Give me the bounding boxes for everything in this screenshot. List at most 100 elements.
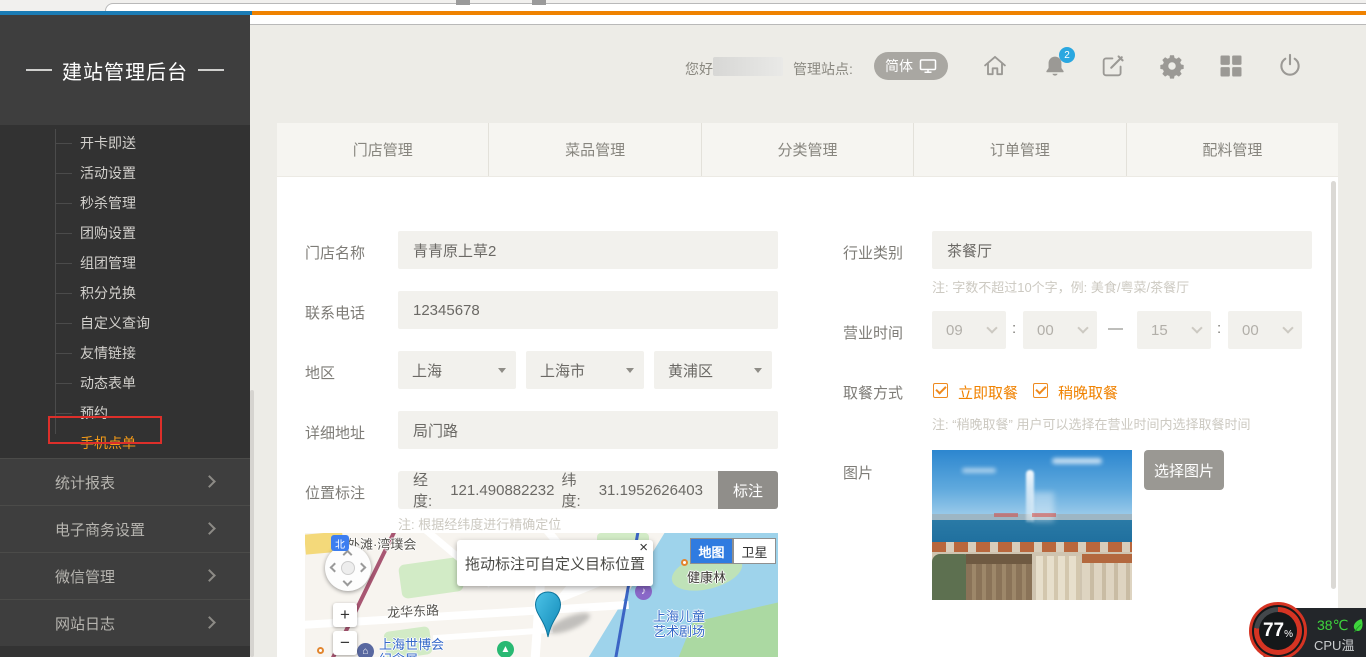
gear-icon: [1158, 52, 1186, 80]
sidebar-header: 建站管理后台: [0, 15, 250, 125]
sidebar-section-logs[interactable]: 网站日志: [0, 599, 250, 646]
address-label: 详细地址: [305, 422, 365, 443]
logout-button[interactable]: [1276, 52, 1304, 80]
section-label: 微信管理: [55, 566, 115, 587]
chevron-down-icon: [1077, 322, 1088, 333]
grid-icon: [1217, 52, 1245, 80]
photo-building-roof: [966, 554, 1032, 564]
category-note: 注: 字数不超过10个字，例: 美食/粤菜/茶餐厅: [932, 277, 1189, 296]
map-pin[interactable]: [533, 591, 563, 639]
address-input[interactable]: 局门路: [398, 411, 778, 449]
photo-watermark: [994, 513, 1018, 517]
tab-dishes[interactable]: 菜品管理: [488, 123, 700, 176]
store-photo-thumbnail[interactable]: [932, 450, 1132, 600]
close-icon[interactable]: ×: [639, 540, 648, 556]
sidebar-scrollbar[interactable]: [250, 390, 254, 657]
apps-button[interactable]: [1217, 52, 1245, 80]
tab-categories[interactable]: 分类管理: [701, 123, 913, 176]
map-label-road: 龙华东路: [387, 600, 440, 622]
close-hour-select[interactable]: 15: [1137, 311, 1211, 349]
chevron-right-icon: [203, 616, 216, 629]
hours-label: 营业时间: [843, 322, 903, 343]
close-minute-select[interactable]: 00: [1228, 311, 1302, 349]
time-colon: :: [1217, 320, 1221, 337]
mark-location-button[interactable]: 标注: [718, 471, 778, 509]
pan-left-icon[interactable]: [330, 563, 340, 573]
photo-fountain-mist: [1032, 492, 1054, 522]
title-dash-right: [198, 69, 224, 71]
map-zoom-out-button[interactable]: −: [333, 631, 357, 655]
phone-input[interactable]: 12345678: [398, 291, 778, 329]
district-value: 黄浦区: [668, 360, 713, 381]
app-title: 建站管理后台: [62, 56, 188, 85]
store-name-input[interactable]: 青青原上草2: [398, 231, 778, 269]
monitor-icon: [919, 58, 937, 74]
category-label: 行业类别: [843, 242, 903, 263]
sidebar-section-reports[interactable]: 统计报表: [0, 458, 250, 505]
sidebar-item[interactable]: 秒杀管理: [0, 188, 250, 218]
province-select[interactable]: 上海: [398, 351, 516, 389]
pickup-now-label[interactable]: 立即取餐: [958, 382, 1018, 403]
sidebar-item[interactable]: 团购设置: [0, 218, 250, 248]
sidebar-item[interactable]: 友情链接: [0, 338, 250, 368]
sidebar-item[interactable]: 活动设置: [0, 158, 250, 188]
pan-right-icon[interactable]: [357, 563, 367, 573]
pan-down-icon[interactable]: [343, 577, 353, 587]
greeting-text: 您好: [685, 59, 713, 79]
sidebar-item[interactable]: 动态表单: [0, 368, 250, 398]
city-select[interactable]: 上海市: [526, 351, 644, 389]
edit-icon: [1099, 52, 1127, 80]
choose-image-button[interactable]: 选择图片: [1144, 450, 1224, 490]
manage-site-label: 管理站点:: [793, 59, 853, 79]
topbar-accent-orange: [252, 11, 1366, 15]
map-widget[interactable]: 外滩·湾璞会 龙华东路 健康林 上海儿童 艺术剧场 ⌂ 上海世博会 纪念展 ▲ …: [305, 533, 778, 657]
map-pan-control[interactable]: [325, 545, 371, 591]
district-select[interactable]: 黄浦区: [654, 351, 772, 389]
content-scrollbar[interactable]: [1331, 181, 1336, 589]
photo-building: [966, 562, 1032, 600]
close-hour-value: 15: [1151, 322, 1168, 339]
pickup-later-checkbox[interactable]: [1033, 383, 1048, 398]
store-name-label: 门店名称: [305, 242, 365, 263]
tab-ingredients[interactable]: 配料管理: [1126, 123, 1338, 176]
compose-button[interactable]: [1099, 52, 1127, 80]
home-button[interactable]: [981, 52, 1009, 80]
map-zoom-in-button[interactable]: +: [333, 603, 357, 627]
tab-orders[interactable]: 订单管理: [913, 123, 1125, 176]
satellite-mode-button[interactable]: 卫星: [733, 538, 776, 564]
gauge-value: 77 %: [1259, 612, 1297, 650]
pan-up-icon[interactable]: [343, 550, 353, 560]
tab-stores[interactable]: 门店管理: [277, 123, 488, 176]
sidebar-item[interactable]: 积分兑换: [0, 278, 250, 308]
map-tooltip: 拖动标注可自定义目标位置 ×: [457, 540, 653, 586]
scenic-poi-icon: ▲: [497, 641, 514, 657]
map-north-badge: 北: [331, 535, 349, 551]
map-tooltip-text: 拖动标注可自定义目标位置: [465, 553, 645, 574]
map-label-line: 上海世博会: [379, 637, 444, 652]
open-hour-value: 09: [946, 322, 963, 339]
sidebar-section-ecommerce[interactable]: 电子商务设置: [0, 505, 250, 552]
category-input[interactable]: 茶餐厅: [932, 231, 1312, 269]
phone-value: 12345678: [413, 302, 480, 319]
cpu-percent-sign: %: [1284, 629, 1293, 640]
sidebar-item[interactable]: 组团管理: [0, 248, 250, 278]
pickup-now-checkbox[interactable]: [933, 383, 948, 398]
map-mode-button[interactable]: 地图: [690, 538, 733, 564]
pan-center-knob[interactable]: [341, 561, 355, 575]
cpu-temp-value: 38℃: [1317, 617, 1348, 634]
location-field[interactable]: 经度: 121.490882232 纬度: 31.1952626403: [398, 471, 718, 509]
chevron-right-icon: [203, 569, 216, 582]
sidebar-item[interactable]: 开卡即送: [0, 128, 250, 158]
settings-button[interactable]: [1158, 52, 1186, 80]
section-label: 电子商务设置: [55, 519, 145, 540]
region-label: 地区: [305, 362, 335, 383]
sidebar-item[interactable]: 自定义查询: [0, 308, 250, 338]
dropdown-arrow-icon: [626, 368, 634, 373]
sidebar-section-wechat[interactable]: 微信管理: [0, 552, 250, 599]
pickup-later-label[interactable]: 稍晚取餐: [1058, 382, 1118, 403]
active-item-highlight-box: [48, 416, 162, 444]
open-minute-select[interactable]: 00: [1023, 311, 1097, 349]
photo-rooftops: [932, 542, 1132, 552]
language-site-pill[interactable]: 简体: [874, 52, 948, 80]
open-hour-select[interactable]: 09: [932, 311, 1006, 349]
